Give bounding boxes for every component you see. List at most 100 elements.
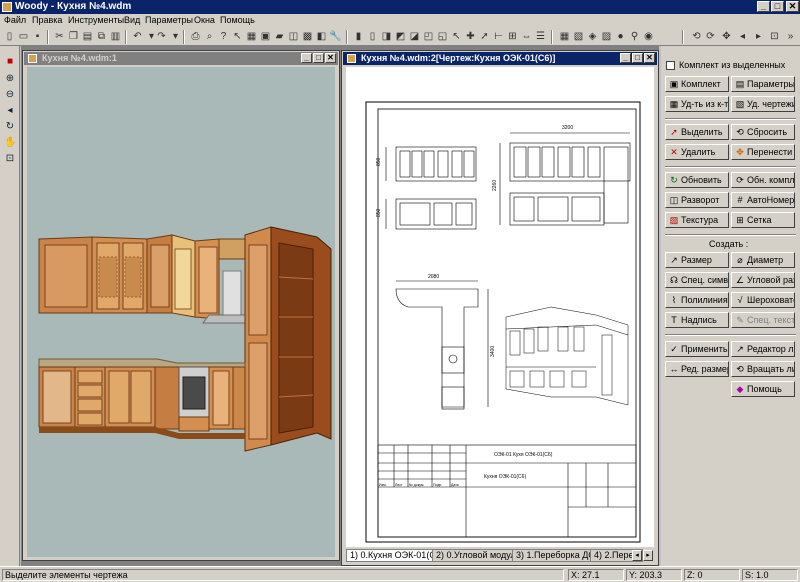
duplicate-icon[interactable]: ⧉ [95,30,108,43]
menu-windows[interactable]: Окна [194,15,215,25]
stretch-tool-icon[interactable]: ⇔ [520,30,533,43]
drawing-canvas[interactable]: 850 850 3200 2260 2080 3400 ОЭК-01 Кухя … [346,67,654,547]
paste-icon[interactable]: ▤ [81,30,94,43]
zoom-extent-icon[interactable]: ⊡ [768,30,781,43]
light-icon[interactable]: ● [614,30,627,43]
box-tool-icon[interactable]: ◫ [287,30,300,43]
cursor-icon[interactable]: ➚ [478,30,491,43]
texture-tool-icon[interactable]: ▨ [600,30,613,43]
zoom-icon[interactable]: ⌕ [203,30,216,43]
board-tool-icon[interactable]: ▣ [259,30,272,43]
help-question-icon[interactable]: ? [217,30,230,43]
select-button[interactable]: ➚ Выделить [665,124,729,140]
nav-back-icon[interactable]: ◂ [736,30,749,43]
unfold-button[interactable]: ◫ Разворот [665,192,729,208]
tab-scroll-right-icon[interactable]: ▸ [643,550,653,561]
line-editor-button[interactable]: ↗Редактор линий [731,341,795,357]
dimension-tool-icon[interactable]: ⊢ [492,30,505,43]
apply-button[interactable]: ✓ Применить [665,341,729,357]
dimension-button[interactable]: ↗ Размер [665,252,729,268]
rotate-view-icon[interactable]: ⟲ [690,30,703,43]
reset-button[interactable]: ⟲ Сбросить [731,124,795,140]
clipboard-icon[interactable]: ▥ [109,30,122,43]
zoom-out-icon[interactable]: ⊖ [4,89,16,101]
grid-tool-icon[interactable]: ⊞ [506,30,519,43]
3d-viewport[interactable] [27,67,335,557]
cabinet-tool-icon[interactable]: ▩ [301,30,314,43]
window-3d-title[interactable]: Кухня №4.wdm:1 _ □ ✕ [24,52,338,65]
undo-icon[interactable]: ↶ [131,30,144,43]
edit-dimension-button[interactable]: ↔ Ред. размер [665,361,729,377]
roughness-button[interactable]: √Шероховатость [731,292,795,308]
arrow-left-icon[interactable]: ◂ [4,105,16,117]
pin-icon[interactable]: ⚲ [628,30,641,43]
move-button[interactable]: ✥ Перенести [731,144,795,160]
grid-button[interactable]: ⊞ Сетка [731,212,795,228]
menu-help[interactable]: Помощь [220,15,255,25]
pan-view-icon[interactable]: ✥ [720,30,733,43]
delete-button[interactable]: ✕ Удалить [665,144,729,160]
add-part-icon[interactable]: ✚ [464,30,477,43]
toolbar-more-icon[interactable]: » [784,30,797,43]
redo-list-icon[interactable]: ▾ [169,30,182,43]
color-palette-icon[interactable]: ▦ [558,30,571,43]
hand-icon[interactable]: ✋ [4,137,16,149]
menu-edit[interactable]: Правка [32,15,62,25]
special-symbol-button[interactable]: ☊Спец. символ [665,272,729,288]
save-icon[interactable]: ▪ [31,30,44,43]
redo-icon[interactable]: ↷ [155,30,168,43]
tab-sheet-2[interactable]: 2) 0.Угловой модуль [432,549,525,562]
side-view-icon[interactable]: ◨ [380,30,393,43]
help-button[interactable]: ◆ Помощь [731,381,795,397]
snap-icon[interactable]: ■ [4,56,16,68]
maximize-button[interactable]: □ [313,53,324,63]
print-icon[interactable]: ⎙ [189,30,202,43]
tab-scroll-left-icon[interactable]: ◂ [632,550,642,561]
refresh-set-button[interactable]: ⟳Обн. комплект [731,172,795,188]
wrench-icon[interactable]: 🔧 [329,30,342,43]
set-from-selected-checkbox[interactable] [666,61,675,70]
menu-tools[interactable]: Инструменты [68,15,124,25]
menu-file[interactable]: Файл [4,15,26,25]
front-view-icon[interactable]: ▯ [366,30,379,43]
menu-view[interactable]: Вид [124,15,140,25]
rotate-icon[interactable]: ↻ [4,121,16,133]
open-folder-icon[interactable]: ▭ [17,30,30,43]
back-view-icon[interactable]: ◪ [408,30,421,43]
panel-tool-icon[interactable]: ▦ [245,30,258,43]
minimize-button[interactable]: _ [620,53,631,63]
diameter-button[interactable]: ⌀ Диаметр [731,252,795,268]
delete-drawings-button[interactable]: ▧ Уд. чертежи [731,96,795,112]
window-drawing-title[interactable]: Кухня №4.wdm:2[Чертеж:Кухня ОЭК-01(С6)] … [343,52,657,65]
iso-view-icon[interactable]: ◰ [422,30,435,43]
top-view-icon[interactable]: ◩ [394,30,407,43]
special-text-button[interactable]: ✎ Спец. текст [731,312,795,328]
text-button[interactable]: T Надпись [665,312,729,328]
section-view-icon[interactable]: ◱ [436,30,449,43]
fitting-tool-icon[interactable]: ◧ [315,30,328,43]
maximize-button[interactable]: □ [632,53,643,63]
maximize-button[interactable]: □ [771,1,784,12]
minimize-button[interactable]: _ [301,53,312,63]
zoom-window-icon[interactable]: ⊡ [4,153,16,165]
pointer-help-icon[interactable]: ↖ [231,30,244,43]
edge-tool-icon[interactable]: ▰ [273,30,286,43]
minimize-button[interactable]: _ [757,1,770,12]
copy-icon[interactable]: ❐ [67,30,80,43]
texture-button[interactable]: ▨ Текстура [665,212,729,228]
close-button[interactable]: ✕ [325,53,336,63]
nav-forward-icon[interactable]: ▸ [752,30,765,43]
zoom-in-icon[interactable]: ⊕ [4,73,16,85]
view-panel-icon[interactable]: ▮ [352,30,365,43]
close-button[interactable]: ✕ [644,53,655,63]
remove-from-set-button[interactable]: ▦ Уд-ть из к-та [665,96,729,112]
refresh-button[interactable]: ↻ Обновить [665,172,729,188]
polyline-button[interactable]: ⌇ Полилиния [665,292,729,308]
render-icon[interactable]: ◉ [642,30,655,43]
rotate-lines-button[interactable]: ⟲Вращать линии [731,361,795,377]
autonumber-button[interactable]: # АвтоНомер [731,192,795,208]
new-file-icon[interactable]: ▯ [3,30,16,43]
menu-parameters[interactable]: Параметры [145,15,193,25]
parameters-button[interactable]: ▤ Параметры [731,76,795,92]
cut-icon[interactable]: ✂ [53,30,66,43]
